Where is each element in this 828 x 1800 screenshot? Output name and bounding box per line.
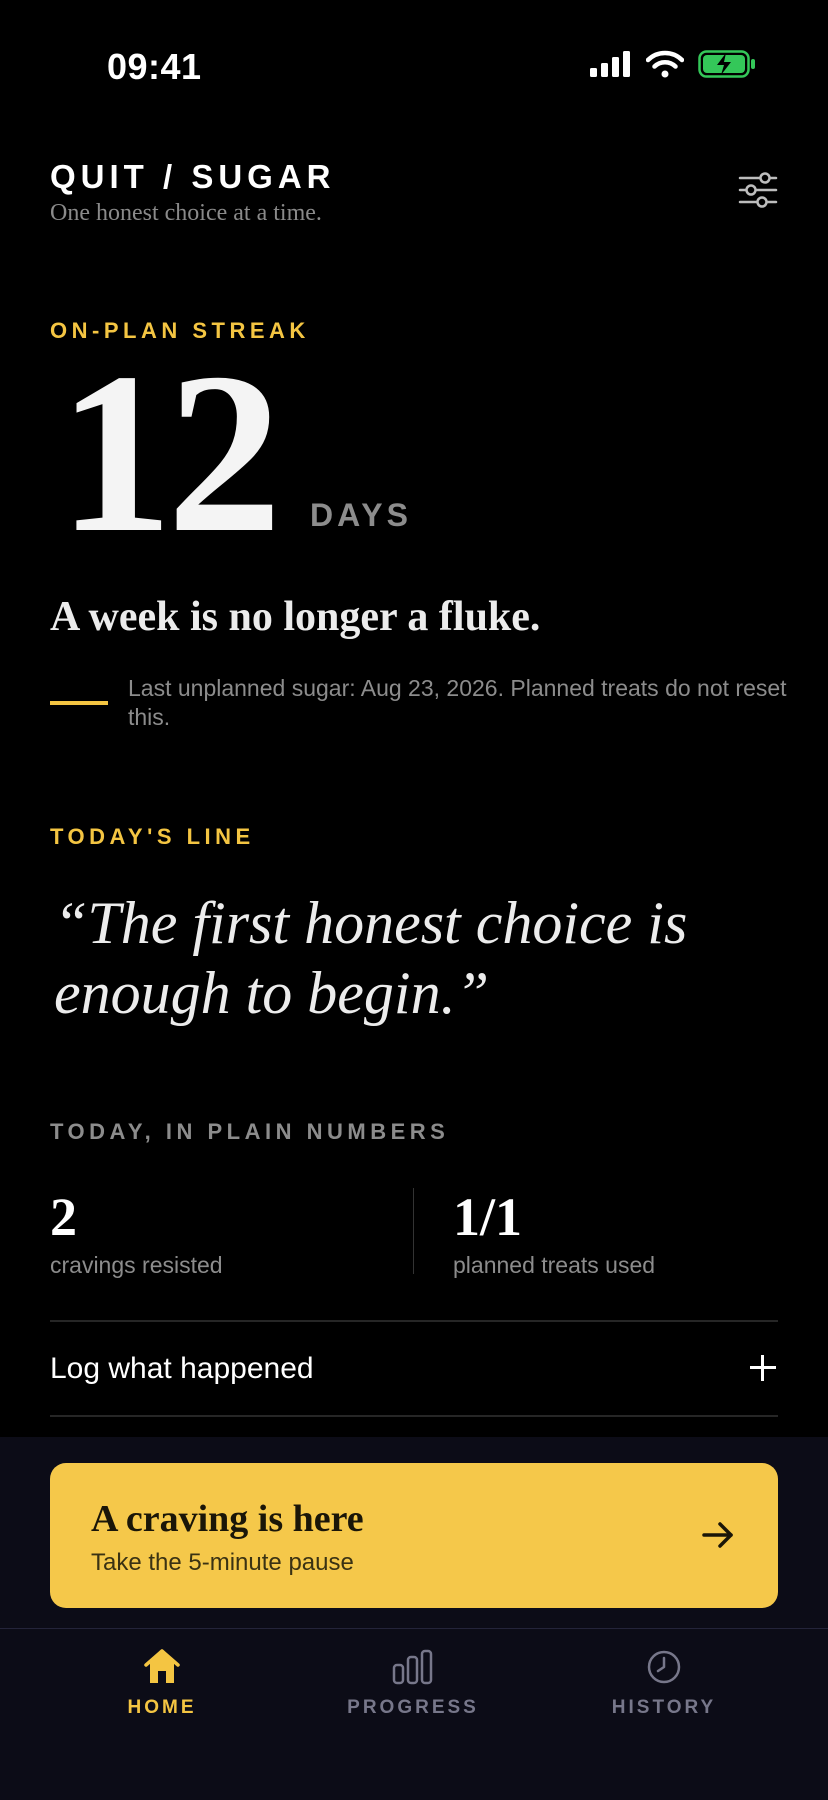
daily-quote: “The first honest choice is enough to be… (54, 890, 688, 1026)
status-icons (590, 50, 756, 78)
tab-label: PROGRESS (347, 1697, 479, 1718)
note-text: Last unplanned sugar: Aug 23, 2026. Plan… (128, 675, 787, 730)
status-time: 09:41 (107, 46, 202, 87)
stat-value: 2 (50, 1187, 77, 1247)
today-numbers-label: TODAY, IN PLAIN NUMBERS (50, 1119, 450, 1144)
wifi-icon (646, 50, 684, 78)
tab-history[interactable]: HISTORY (554, 1645, 774, 1719)
stat-label: cravings resisted (50, 1252, 223, 1278)
streak-counter: 12 DAYS (58, 325, 412, 580)
today-stats: 2 cravings resisted 1/1 planned treats u… (50, 1188, 778, 1278)
app-title: QUIT / SUGAR (50, 158, 336, 195)
home-icon (144, 1649, 180, 1683)
stat-value: 1/1 (453, 1187, 523, 1247)
arrow-right-icon (702, 1522, 733, 1548)
bar-chart-icon (392, 1649, 433, 1685)
log-label: Log what happened (50, 1352, 314, 1385)
settings-sliders-icon[interactable] (738, 172, 778, 208)
app-subtitle: One honest choice at a time. (50, 200, 322, 226)
tab-progress[interactable]: PROGRESS (303, 1645, 523, 1719)
tab-bar-divider (0, 1628, 828, 1629)
stat-planned-treats: 1/1 planned treats used (453, 1188, 655, 1279)
note-accent-rule (50, 701, 108, 705)
plus-icon (750, 1355, 776, 1381)
craving-button[interactable]: A craving is here Take the 5-minute paus… (50, 1463, 778, 1608)
cellular-signal-icon (590, 51, 630, 77)
header: QUIT / SUGAR One honest choice at a time… (50, 158, 778, 227)
stat-divider (413, 1188, 414, 1274)
tab-label: HOME (127, 1697, 197, 1718)
streak-unit: DAYS (310, 497, 412, 533)
battery-charging-icon (698, 50, 755, 78)
log-what-happened-button[interactable]: Log what happened (50, 1320, 778, 1417)
craving-subtitle: Take the 5-minute pause (91, 1549, 354, 1576)
tab-label: HISTORY (611, 1697, 717, 1718)
stat-label: planned treats used (453, 1252, 656, 1278)
craving-title: A craving is here (91, 1498, 364, 1540)
status-bar: 09:41 (0, 0, 828, 130)
tab-home[interactable]: HOME (52, 1645, 272, 1719)
streak-message: A week is no longer a fluke. (50, 594, 541, 640)
streak-number: 12 (58, 325, 282, 580)
todays-line-label: TODAY'S LINE (50, 824, 255, 849)
stat-cravings-resisted: 2 cravings resisted (50, 1188, 223, 1279)
clock-icon (647, 1650, 681, 1684)
